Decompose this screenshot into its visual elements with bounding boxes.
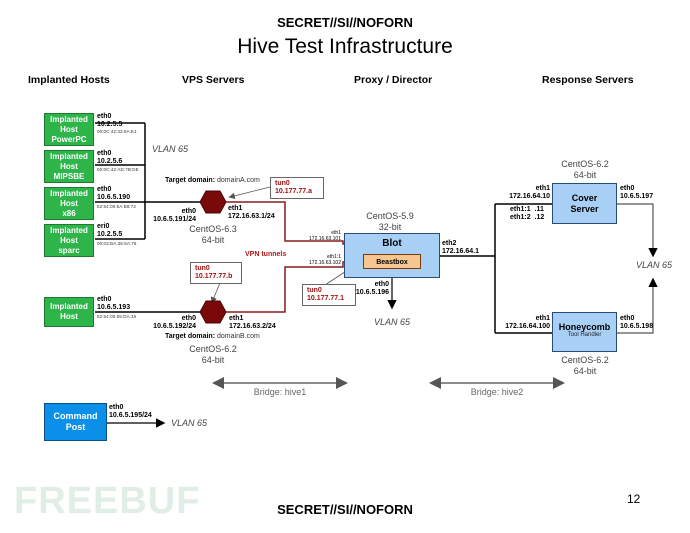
blot-server[interactable]: Blot Beastbox	[344, 233, 440, 278]
vps-a-os: CentOS-6.3 64-bit	[189, 224, 237, 245]
command-post-label: Command	[53, 411, 98, 421]
host-label-line: sparc	[58, 245, 80, 255]
host-iface: eri0 10.2.5.5	[97, 223, 123, 238]
host-iface: eth0 10.6.5.190	[97, 186, 131, 201]
host-mac: 52:54:00:5A:B9:72	[97, 204, 136, 209]
host-label-line: Implanted	[50, 302, 88, 311]
vlan-label: VLAN 65	[636, 260, 673, 270]
blot-eth2: eth2 172.16.64.1	[442, 240, 479, 255]
response-bus	[440, 203, 552, 334]
beastbox-module[interactable]: Beastbox	[363, 254, 421, 269]
host-label-line: Host	[60, 161, 78, 171]
column-proxy-director: Proxy / Director	[354, 74, 433, 86]
bridge-hive1-label: Bridge: hive1	[253, 387, 307, 397]
page-title: Hive Test Infrastructure	[237, 35, 453, 58]
vlan-label: VLAN 65	[171, 418, 208, 428]
honeycomb-server[interactable]: Honeycomb Tool Handler	[552, 312, 617, 352]
command-post-eth0: eth0 10.6.5.195/24	[109, 404, 152, 419]
vps-a-eth0: eth0 10.6.5.191/24	[153, 208, 196, 223]
cover-server[interactable]: Cover Server	[552, 183, 617, 224]
host-label-line: Host	[60, 235, 78, 245]
honeycomb-eth1: eth1 172.16.64.100	[505, 315, 550, 330]
page-number: 12	[627, 492, 641, 506]
blot-eth1-1: eth1:1 172.16.63.102	[309, 254, 341, 266]
cover-label: Cover	[571, 192, 598, 203]
host-label-line: Host	[60, 198, 78, 208]
host-label-line: Implanted	[50, 151, 88, 161]
vps-b-target-domain: Target domain: domainB.com	[165, 333, 260, 340]
host-label-line: x86	[62, 208, 76, 218]
host-mac: 00:0C:42:AD:7B:DE	[97, 167, 139, 172]
host-label-line: MIPSBE	[53, 171, 85, 181]
classification-footer: SECRET//SI//NOFORN	[277, 502, 413, 517]
honeycomb-name: Honeycomb	[558, 322, 611, 332]
bridge-hive2-label: Bridge: hive2	[470, 387, 524, 397]
vps-a-target-domain: Target domain: domainA.com	[165, 177, 260, 184]
cover-alias: eth1:1 .11 eth1:2 .12	[510, 206, 545, 221]
host-label-line: PowerPC	[51, 134, 87, 144]
column-implanted-hosts: Implanted Hosts	[28, 74, 110, 86]
vps-b-os: CentOS-6.2 64-bit	[189, 344, 237, 365]
implanted-host-powerpc[interactable]: Implanted Host PowerPC	[44, 113, 94, 146]
implanted-host-sparc[interactable]: Implanted Host sparc	[44, 224, 94, 257]
blot-os: CentOS-5.9 32-bit	[366, 211, 414, 232]
command-post[interactable]: Command Post	[44, 403, 107, 441]
host-iface: eth0 10.6.5.193	[97, 296, 131, 311]
host-mac: 00:0C:42:33:8A:E1	[97, 129, 137, 134]
host-iface: eth0 10.2.5.6	[97, 150, 123, 165]
blot-tun0-callout: tun0 10.177.77.1	[302, 284, 356, 306]
honeycomb-eth0: eth0 10.6.5.198	[620, 315, 654, 330]
honeycomb-os: CentOS-6.2 64-bit	[561, 355, 609, 376]
implanted-host-mipsbe[interactable]: Implanted Host MIPSBE	[44, 150, 94, 183]
host-iface: eth0 10.2.5.5	[97, 113, 123, 128]
vps-b-eth0: eth0 10.6.5.192/24	[153, 315, 196, 330]
vps-a-eth1: eth1 172.16.63.1/24	[228, 205, 275, 220]
vlan-label: VLAN 65	[152, 144, 189, 154]
blot-name: Blot	[382, 238, 402, 249]
host-label-line: Host	[60, 312, 78, 321]
vlan-label: VLAN 65	[374, 317, 411, 327]
vpn-tunnels-label: VPN tunnels	[245, 251, 287, 258]
host-mac: 00:03:BA:36:5A:78	[97, 241, 137, 246]
vps-a-tun0-callout: tun0 10.177.77.a	[270, 177, 324, 199]
blot-eth1: eth1 172.16.63.101	[309, 230, 341, 242]
host-mac: 52:54:00:55:DA:16	[97, 314, 137, 319]
vps-a-hexagon-icon	[199, 190, 227, 214]
command-post-label: Post	[65, 422, 86, 432]
vps-b-eth1: eth1 172.16.63.2/24	[229, 315, 276, 330]
cover-eth0: eth0 10.6.5.197	[620, 185, 654, 200]
host-label-line: Implanted	[50, 114, 88, 124]
cover-os: CentOS-6.2 64-bit	[561, 159, 609, 180]
implanted-host-x86[interactable]: Implanted Host x86	[44, 187, 94, 220]
column-response-servers: Response Servers	[542, 74, 634, 86]
cover-label: Server	[570, 203, 599, 214]
host-label-line: Implanted	[50, 188, 88, 198]
classification-header: SECRET//SI//NOFORN	[277, 15, 413, 30]
vps-b-hexagon-icon	[199, 300, 227, 324]
host-label-line: Implanted	[50, 225, 88, 235]
column-vps-servers: VPS Servers	[182, 74, 245, 86]
cover-eth1: eth1 172.16.64.10	[509, 185, 550, 200]
honeycomb-sub: Tool Handler	[567, 332, 602, 338]
implanted-host-5[interactable]: Implanted Host	[44, 297, 94, 327]
host-label-line: Host	[60, 124, 78, 134]
blot-eth0: eth0 10.6.5.196	[355, 281, 389, 296]
vps-b-tun0-callout: tun0 10.177.77.b	[190, 262, 242, 284]
